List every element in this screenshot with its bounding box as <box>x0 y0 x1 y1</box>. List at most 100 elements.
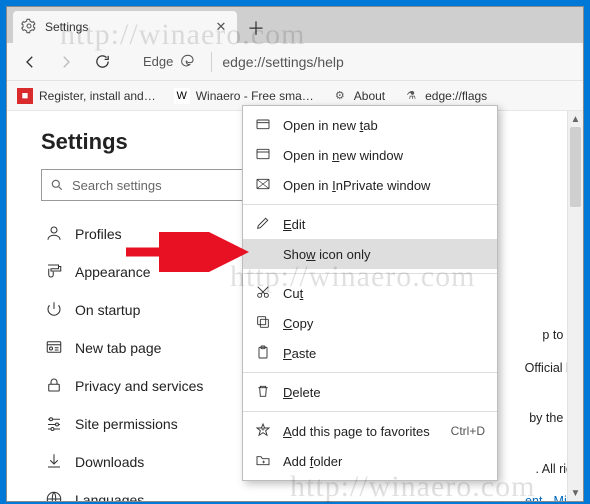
bookmark-label: edge://flags <box>425 89 487 103</box>
address-identity-chip[interactable]: Edge <box>133 52 205 71</box>
context-menu-item-open-in-new-window[interactable]: Open in new window <box>243 140 497 170</box>
toolbar: Edge edge://settings/help <box>7 43 583 81</box>
text-fragment: Official b <box>525 352 573 385</box>
gear-icon <box>21 18 37 37</box>
star-icon <box>255 422 271 441</box>
context-menu-item-open-in-new-tab[interactable]: Open in new tab <box>243 110 497 140</box>
address-separator <box>211 52 212 72</box>
tab-icon <box>255 116 271 135</box>
tab-settings[interactable]: Settings ✕ <box>13 11 237 43</box>
edge-label: Edge <box>143 54 173 69</box>
paint-icon <box>45 262 63 283</box>
content-clipped-text: p to c Official b by the s . All rig ent… <box>525 319 573 501</box>
context-menu-item-copy[interactable]: Copy <box>243 308 497 338</box>
sidebar-item-label: Downloads <box>75 454 144 470</box>
bookmark-item[interactable]: ■ Register, install and… <box>13 86 160 106</box>
cut-icon <box>255 284 271 303</box>
text-fragment: by the s <box>525 402 573 435</box>
context-menu-item-add-folder[interactable]: Add folder <box>243 446 497 476</box>
bookmark-context-menu: Open in new tab Open in new window Open in… <box>242 105 498 481</box>
scroll-up-icon[interactable]: ▲ <box>568 111 583 127</box>
tab-title: Settings <box>45 20 205 34</box>
favicon-icon: W <box>174 88 190 104</box>
context-menu-item-delete[interactable]: Delete <box>243 377 497 407</box>
context-menu-accelerator: Ctrl+D <box>451 424 485 438</box>
bookmark-label: About <box>354 89 385 103</box>
sliders-icon <box>45 414 63 435</box>
text-fragment: p to c <box>525 319 573 352</box>
context-menu-label: Open in new window <box>283 148 403 163</box>
lock-icon <box>45 376 63 397</box>
context-menu-separator <box>243 411 497 412</box>
context-menu-item-paste[interactable]: Paste <box>243 338 497 368</box>
context-menu-label: Open in InPrivate window <box>283 178 430 193</box>
text-fragment: . All rig <box>525 453 573 486</box>
context-menu-label: Open in new tab <box>283 118 378 133</box>
context-menu-label: Delete <box>283 385 321 400</box>
newtab-icon <box>45 338 63 359</box>
sidebar-item-label: New tab page <box>75 340 161 356</box>
page-title: Settings <box>41 129 253 155</box>
refresh-button[interactable] <box>85 47 119 77</box>
sidebar-item-languages[interactable]: Languages <box>41 481 253 501</box>
context-menu-item-add-this-page-to-favorites[interactable]: Add this page to favoritesCtrl+D <box>243 416 497 446</box>
back-button[interactable] <box>13 47 47 77</box>
sidebar-item-site-permissions[interactable]: Site permissions <box>41 405 253 443</box>
link-fragment[interactable]: ent <box>525 494 542 501</box>
folder-icon <box>255 452 271 471</box>
search-placeholder: Search settings <box>72 178 162 193</box>
download-icon <box>45 452 63 473</box>
sidebar-item-new-tab-page[interactable]: New tab page <box>41 329 253 367</box>
context-menu-label: Copy <box>283 316 313 331</box>
search-icon <box>50 178 64 192</box>
new-tab-button[interactable]: ＋ <box>241 13 271 43</box>
address-bar[interactable]: edge://settings/help <box>218 54 577 70</box>
sidebar-item-label: Profiles <box>75 226 122 242</box>
context-menu-label: Edit <box>283 217 305 232</box>
context-menu-item-edit[interactable]: Edit <box>243 209 497 239</box>
inprivate-icon <box>255 176 271 195</box>
window-icon <box>255 146 271 165</box>
sidebar-item-privacy-and-services[interactable]: Privacy and services <box>41 367 253 405</box>
bookmark-label: Winaero - Free sma… <box>196 89 314 103</box>
bookmark-item[interactable]: W Winaero - Free sma… <box>170 86 318 106</box>
context-menu-item-open-in-inprivate-window[interactable]: Open in InPrivate window <box>243 170 497 200</box>
context-menu-label: Cut <box>283 286 303 301</box>
forward-button[interactable] <box>49 47 83 77</box>
context-menu-item-cut[interactable]: Cut <box>243 278 497 308</box>
context-menu-label: Add folder <box>283 454 342 469</box>
context-menu-separator <box>243 273 497 274</box>
context-menu-label: Show icon only <box>283 247 370 262</box>
paste-icon <box>255 344 271 363</box>
bookmark-item[interactable]: ⚗ edge://flags <box>399 86 491 106</box>
favicon-icon: ⚙ <box>332 88 348 104</box>
tab-bar: Settings ✕ ＋ <box>7 7 583 43</box>
context-menu-item-show-icon-only[interactable]: Show icon only <box>243 239 497 269</box>
power-icon <box>45 300 63 321</box>
sidebar-item-on-startup[interactable]: On startup <box>41 291 253 329</box>
context-menu-label: Paste <box>283 346 316 361</box>
edit-icon <box>255 215 271 234</box>
bookmark-item[interactable]: ⚙ About <box>328 86 389 106</box>
favicon-icon: ■ <box>17 88 33 104</box>
delete-icon <box>255 383 271 402</box>
sidebar-item-label: Site permissions <box>75 416 178 432</box>
copy-icon <box>255 314 271 333</box>
user-icon <box>45 224 63 245</box>
close-tab-icon[interactable]: ✕ <box>213 19 229 35</box>
context-menu-separator <box>243 204 497 205</box>
red-arrow-annotation <box>122 232 262 272</box>
scroll-thumb[interactable] <box>570 127 581 207</box>
globe-icon <box>45 490 63 502</box>
sidebar-item-label: Languages <box>75 492 144 501</box>
bookmark-label: Register, install and… <box>39 89 156 103</box>
settings-sidebar: Settings Search settings ProfilesAppeara… <box>7 111 263 501</box>
vertical-scrollbar[interactable]: ▲ ▼ <box>567 111 583 501</box>
search-settings-input[interactable]: Search settings <box>41 169 247 201</box>
context-menu-separator <box>243 372 497 373</box>
scroll-down-icon[interactable]: ▼ <box>568 485 583 501</box>
favicon-icon: ⚗ <box>403 88 419 104</box>
edge-logo-icon <box>179 52 195 71</box>
sidebar-item-downloads[interactable]: Downloads <box>41 443 253 481</box>
sidebar-item-label: Privacy and services <box>75 378 203 394</box>
